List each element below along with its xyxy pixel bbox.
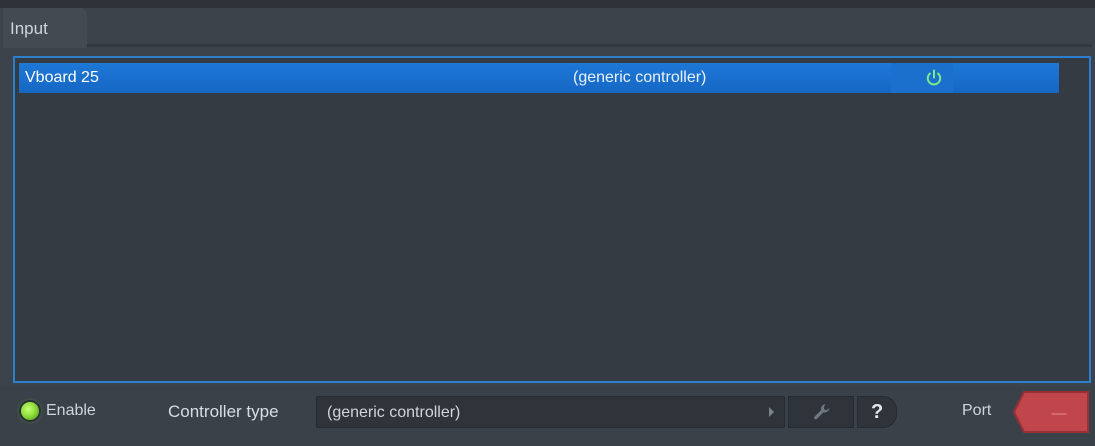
midi-input-panel: Input Vboard 25 (generic controller) Ena…	[0, 0, 1095, 446]
dropdown-arrow-icon	[769, 407, 774, 417]
top-strip	[0, 0, 1095, 8]
port-label: Port	[962, 402, 992, 419]
wrench-icon	[814, 404, 830, 420]
settings-button[interactable]	[788, 396, 854, 428]
device-row[interactable]: Vboard 25 (generic controller)	[19, 63, 1060, 93]
controller-type-label: Controller type	[168, 402, 279, 421]
help-icon: ?	[871, 401, 884, 423]
input-device-list[interactable]: Vboard 25 (generic controller)	[13, 56, 1091, 383]
device-controller-type: (generic controller)	[573, 69, 707, 86]
enable-label[interactable]: Enable	[46, 402, 96, 420]
port-selector[interactable]: —	[1012, 390, 1090, 434]
controller-type-value: (generic controller)	[327, 404, 461, 421]
help-button[interactable]: ?	[857, 396, 897, 428]
controller-type-select[interactable]: (generic controller)	[316, 396, 785, 428]
port-selector-shape: —	[1012, 391, 1089, 433]
power-icon[interactable]	[925, 69, 943, 87]
port-value: —	[1052, 405, 1067, 422]
tab-input-label: Input	[10, 19, 48, 38]
device-name: Vboard 25	[25, 69, 99, 86]
list-scrollbar-track[interactable]	[1059, 60, 1087, 379]
device-power-cell	[891, 63, 953, 93]
tab-bar-divider	[87, 44, 1092, 47]
enable-led-icon[interactable]	[21, 402, 39, 420]
